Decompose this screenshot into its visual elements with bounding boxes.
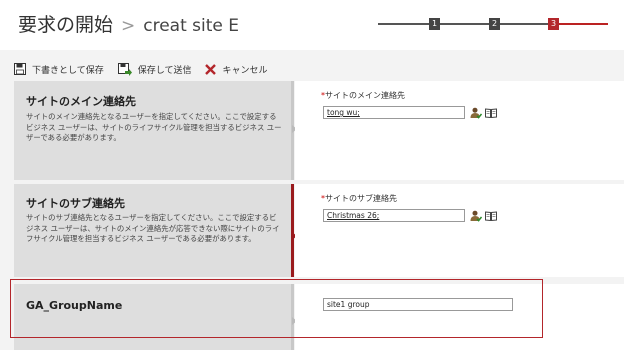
header: 要求の開始 > creat site E 1 2 3: [0, 0, 624, 50]
page-title-text: 要求の開始: [18, 14, 114, 36]
toolbar: 下書きとして保存 保存して送信 キャンセル: [14, 60, 281, 78]
site-name: creat site E: [143, 16, 240, 36]
step-1[interactable]: 1: [429, 18, 440, 30]
check-names-icon[interactable]: [470, 210, 482, 222]
progress-stepper: 1 2 3: [378, 17, 608, 31]
close-icon: [205, 63, 217, 75]
sub-contact-label: *サイトのサブ連絡先: [321, 194, 397, 203]
section-sub-contact-field: *サイトのサブ連絡先 Christmas 26;: [295, 184, 624, 277]
save-draft-button[interactable]: 下書きとして保存: [14, 63, 104, 76]
section-title: サイトのメイン連絡先: [26, 95, 136, 108]
main-contact-input[interactable]: tong wu;: [323, 106, 465, 119]
page-title: 要求の開始 > creat site E: [18, 10, 239, 37]
step-2[interactable]: 2: [489, 18, 500, 30]
save-send-icon: [117, 62, 132, 76]
sub-contact-input[interactable]: Christmas 26;: [323, 209, 465, 222]
address-book-icon[interactable]: [485, 211, 497, 221]
address-book-icon[interactable]: [485, 108, 497, 118]
highlight-box: [10, 279, 543, 338]
section-sub-contact: サイトのサブ連絡先 サイトのサブ連絡先となるユーザーを指定してください。ここで設…: [14, 184, 624, 277]
section-title: サイトのサブ連絡先: [26, 197, 125, 210]
section-description: サイトのサブ連絡先となるユーザーを指定してください。ここで設定するビジネス ユー…: [26, 213, 280, 243]
check-names-icon[interactable]: [470, 107, 482, 119]
save-send-button[interactable]: 保存して送信: [117, 62, 192, 76]
section-main-contact: サイトのメイン連絡先 サイトのメイン連絡先となるユーザーを指定してください。ここ…: [14, 81, 624, 180]
cancel-button[interactable]: キャンセル: [205, 63, 267, 76]
main-contact-label: *サイトのメイン連絡先: [321, 91, 405, 100]
section-main-contact-field: *サイトのメイン連絡先 tong wu;: [295, 81, 624, 180]
save-send-label: 保存して送信: [137, 65, 192, 76]
breadcrumb-separator: >: [121, 16, 136, 36]
section-divider-active: [291, 184, 294, 277]
floppy-disk-icon: [14, 63, 26, 75]
step-3-current[interactable]: 3: [548, 18, 559, 30]
cancel-label: キャンセル: [222, 65, 268, 76]
section-description: サイトのメイン連絡先となるユーザーを指定してください。ここで設定するビジネス ユ…: [26, 112, 282, 142]
save-draft-label: 下書きとして保存: [32, 65, 104, 76]
